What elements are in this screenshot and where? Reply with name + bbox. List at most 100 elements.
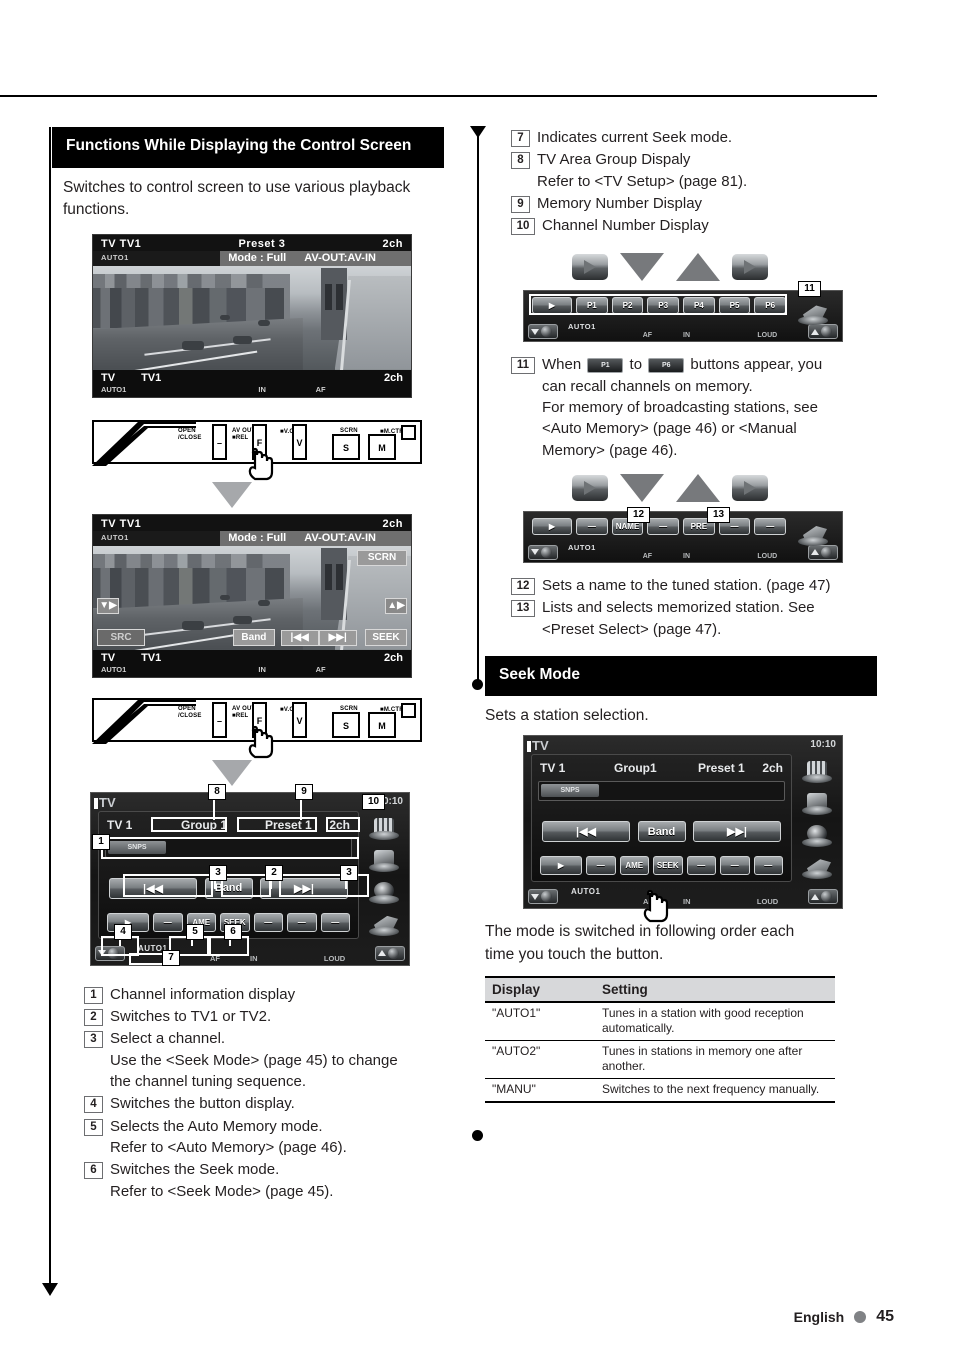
tv2-header-left: TV TV1 [101,517,142,530]
seek-next-channel-button[interactable]: ▶▶| [693,821,781,843]
ctrl-loud-indicator: LOUD [323,953,346,963]
tv2-scrn-button[interactable]: SCRN [357,549,407,566]
callout-number: 4 [84,1096,103,1114]
sidebar-screen-control-icon[interactable] [367,846,401,872]
seek-sidebar-antenna-icon[interactable] [800,853,834,880]
highlight-preset [237,816,317,832]
callout-7: 7 [162,949,180,966]
callout11-part2: to [629,356,643,374]
list-item: 4 Switches the button display. [84,1093,444,1114]
tv2-left-arrow-button[interactable]: ▼▶ [97,597,119,614]
name-strip-page-button[interactable]: ▶ [532,517,572,535]
faceplate2-key-m[interactable]: M [368,711,396,738]
list-item: 3 Select a channel. Use the <Seek Mode> (p… [84,1028,444,1092]
seek-info-row: TV 1 Group1 Preset 1 2ch [540,761,783,775]
tv1-footer-auto: AUTO1 [101,384,127,394]
table-cell-display: "AUTO1" [485,1002,595,1042]
callout-11-block: 11 When P1 to P6 buttons appear, you can… [511,354,877,460]
name-strip-blank-1[interactable]: — [576,517,608,535]
seek-volume-down-knob[interactable] [528,889,558,905]
callout11-line3: For memory of broadcasting stations, see [542,399,818,417]
seek-seek-button[interactable]: SEEK [653,856,683,876]
seek-blank-button-1[interactable]: — [586,856,616,876]
highlight-group [151,816,227,832]
faceplate-key-s[interactable]: S [332,433,360,460]
seek-sidebar-screen-control-icon[interactable] [800,789,834,816]
faceplate-key-v[interactable]: V [292,423,307,460]
tv2-prev-button[interactable]: |◀◀ [280,629,319,646]
seek-function-row: ▶ — AME SEEK — — — [540,856,783,876]
name-strip-volume-down-knob[interactable] [528,544,558,560]
ctrl-volume-up-knob[interactable] [375,945,405,961]
manual-page: Functions While Displaying the Control S… [0,0,954,1354]
name-strip-blank-2[interactable]: — [647,517,680,535]
callout-1: 1 [92,833,110,850]
tv1-footer-source: TV [101,371,116,384]
faceplate2-label-open-close: OPEN/CLOSE [178,705,202,719]
preset-strip-status: AUTO1 AF IN LOUD [528,320,838,340]
name-strip-blank-4[interactable]: — [754,517,787,535]
callout-12-marker: 12 [627,506,650,523]
callout-subtext: Refer to <Auto Memory> (page 46). [110,1138,347,1156]
header-rule [0,95,877,97]
faceplate2-key-v[interactable]: V [292,701,307,738]
preset-strip-in: IN [683,332,690,340]
preset-volume-down-knob[interactable] [528,324,558,340]
tv2-avout-label: AV-OUT:AV-IN [304,532,376,545]
faceplate2-key-minus[interactable]: – [212,701,227,738]
tv2-seek-button[interactable]: SEEK [365,628,407,646]
tv2-band-button[interactable]: Band [232,628,275,646]
list-item: 13 Lists and selects memorized station. S… [511,597,877,640]
preset-volume-up-knob[interactable] [808,324,838,340]
flow-arrow-down-icon-1 [212,481,252,508]
seek-band-button[interactable]: Band [637,821,686,843]
seek-channel-label: 2ch [762,761,783,776]
list-item: 5 Selects the Auto Memory mode. Refer to <… [84,1116,444,1159]
table-header-display: Display [485,976,595,1004]
sidebar-antenna-icon[interactable] [367,910,401,936]
section-title-control-screen: Functions While Displaying the Control S… [52,127,444,168]
highlight-auto [129,952,165,965]
seek-note-line1: The mode is switched in following order … [485,923,795,941]
seek-blank-button-4[interactable]: — [753,856,783,876]
tv2-mode-box: Mode : Full AV-OUT:AV-IN [220,530,411,546]
seek-sidebar-equalizer-icon[interactable] [800,757,834,784]
tv1-avout-label: AV-OUT:AV-IN [304,252,376,265]
tv1-footer-af: AF [315,384,326,394]
callout-subtext: the channel tuning sequence. [110,1073,306,1091]
seek-page-button[interactable]: ▶ [540,856,582,876]
faceplate2-indicator-square [401,702,416,718]
right-column: 7 Indicates current Seek mode. 8 TV Area G… [485,127,877,1104]
seek-blank-button-2[interactable]: — [686,856,716,876]
seek-blank-button-3[interactable]: — [720,856,750,876]
callout-text: Lists and selects memorized station. See [542,599,815,617]
ctrl-blank-button-4[interactable]: — [320,912,350,932]
tv1-header-channel: 2ch [382,237,403,250]
seek-ame-button[interactable]: AME [619,856,649,876]
seek-tuning-row: |◀◀ Band ▶▶| [542,821,781,843]
callout-text: Switches the button display. [110,1095,295,1113]
name-strip-loud: LOUD [757,552,778,560]
callout-number: 5 [84,1118,103,1136]
tv1-footer-band: TV1 [141,371,162,384]
seek-prev-channel-button[interactable]: |◀◀ [542,821,630,843]
tv2-next-button[interactable]: ▶▶| [318,629,357,646]
sidebar-equalizer-icon[interactable] [367,814,401,840]
tv-control-screen: TV 10:10 TV 1 Group 1 Preset 1 2ch SNPS … [90,791,410,966]
tv2-right-arrow-button[interactable]: ▲▶ [385,597,407,614]
faceplate2-key-s[interactable]: S [332,711,360,738]
right-arrow-button-icon-2 [732,254,768,281]
faceplate-key-m[interactable]: M [368,433,396,460]
tv2-src-button[interactable]: SRC [97,628,145,646]
table-cell-display: "AUTO2" [485,1040,595,1080]
sidebar-speaker-icon[interactable] [367,878,401,904]
name-strip-antenna-icon [796,516,838,546]
faceplate-bezel-icon [92,419,196,466]
name-strip-volume-up-knob[interactable] [808,544,838,560]
ctrl-blank-button-2[interactable]: — [253,912,283,932]
ctrl-blank-button-3[interactable]: — [287,912,317,932]
faceplate-key-minus[interactable]: – [212,423,227,460]
ctrl-blank-button-1[interactable]: — [153,912,183,932]
seek-volume-up-knob[interactable] [808,889,838,905]
seek-sidebar-speaker-icon[interactable] [800,821,834,848]
